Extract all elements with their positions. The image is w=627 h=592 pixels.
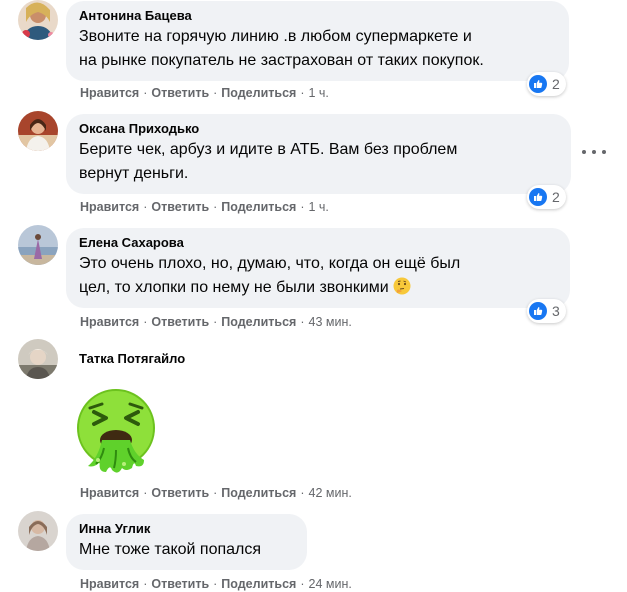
separator: ·: [300, 200, 305, 214]
like-icon: [529, 188, 547, 206]
separator: ·: [300, 486, 305, 500]
comment-actions: Нравится · Ответить · Поделиться · 1 ч.: [80, 85, 329, 101]
share-button[interactable]: Поделиться: [221, 486, 296, 500]
like-icon: [529, 75, 547, 93]
separator: ·: [300, 577, 305, 591]
reaction-count: 2: [552, 189, 560, 205]
comment-actions: Нравится · Ответить · Поделиться · 43 мин.: [80, 314, 352, 330]
reply-button[interactable]: Ответить: [151, 86, 209, 100]
comment-timestamp[interactable]: 43 мин.: [309, 315, 352, 329]
separator: ·: [143, 577, 148, 591]
separator: ·: [143, 200, 148, 214]
comment-author[interactable]: Инна Углик: [79, 521, 295, 537]
reaction-summary[interactable]: 2: [527, 185, 566, 209]
separator: ·: [300, 315, 305, 329]
separator: ·: [300, 86, 305, 100]
comment-actions: Нравится · Ответить · Поделиться · 24 мин.: [80, 576, 352, 592]
reaction-count: 3: [552, 303, 560, 319]
like-button[interactable]: Нравится: [80, 86, 139, 100]
share-button[interactable]: Поделиться: [221, 200, 296, 214]
comment-author[interactable]: Оксана Приходько: [79, 121, 559, 137]
reply-button[interactable]: Ответить: [151, 486, 209, 500]
reaction-summary[interactable]: 3: [527, 299, 566, 323]
comment-bubble: Елена Сахарова Это очень плохо, но, дума…: [66, 228, 570, 308]
more-options-icon[interactable]: [582, 144, 606, 160]
comment-text: Звоните на горячую линию .в любом суперм…: [79, 28, 484, 69]
reply-button[interactable]: Ответить: [151, 577, 209, 591]
comment-bubble: Оксана Приходько Берите чек, арбуз и иди…: [66, 114, 571, 194]
separator: ·: [213, 577, 218, 591]
like-button[interactable]: Нравится: [80, 577, 139, 591]
avatar[interactable]: [18, 225, 58, 265]
avatar[interactable]: [18, 339, 58, 379]
comment-bubble: Инна Углик Мне тоже такой попался: [66, 514, 307, 570]
like-button[interactable]: Нравится: [80, 315, 139, 329]
separator: ·: [213, 200, 218, 214]
separator: ·: [143, 86, 148, 100]
comment-actions: Нравится · Ответить · Поделиться · 42 мин.: [80, 485, 352, 501]
comment-text: Мне тоже такой попался: [79, 541, 262, 558]
comment-author[interactable]: Антонина Бацева: [79, 8, 557, 24]
comment-text: Берите чек, арбуз и идите в АТБ. Вам без…: [79, 141, 458, 182]
separator: ·: [213, 86, 218, 100]
like-button[interactable]: Нравится: [80, 200, 139, 214]
thinking-face-emoji: [393, 277, 411, 295]
comment-text: Это очень плохо, но, думаю, что, когда о…: [79, 252, 558, 300]
comment-bubble: Антонина Бацева Звоните на горячую линию…: [66, 1, 569, 81]
avatar[interactable]: [18, 111, 58, 151]
share-button[interactable]: Поделиться: [221, 577, 296, 591]
avatar[interactable]: [18, 0, 58, 40]
like-icon: [529, 302, 547, 320]
comment-timestamp[interactable]: 1 ч.: [309, 200, 329, 214]
comment-author[interactable]: Елена Сахарова: [79, 235, 558, 251]
share-button[interactable]: Поделиться: [221, 86, 296, 100]
separator: ·: [143, 486, 148, 500]
comment-timestamp[interactable]: 24 мин.: [309, 577, 352, 591]
reply-button[interactable]: Ответить: [151, 315, 209, 329]
separator: ·: [143, 315, 148, 329]
separator: ·: [213, 486, 218, 500]
vomiting-face-sticker: [74, 388, 158, 476]
share-button[interactable]: Поделиться: [221, 315, 296, 329]
reaction-count: 2: [552, 76, 560, 92]
comment-timestamp[interactable]: 42 мин.: [309, 486, 352, 500]
separator: ·: [213, 315, 218, 329]
comment-author[interactable]: Татка Потягайло: [79, 351, 185, 367]
reaction-summary[interactable]: 2: [527, 72, 566, 96]
like-button[interactable]: Нравится: [80, 486, 139, 500]
avatar[interactable]: [18, 511, 58, 551]
comment-actions: Нравится · Ответить · Поделиться · 1 ч.: [80, 199, 329, 215]
comment-timestamp[interactable]: 1 ч.: [309, 86, 329, 100]
reply-button[interactable]: Ответить: [151, 200, 209, 214]
